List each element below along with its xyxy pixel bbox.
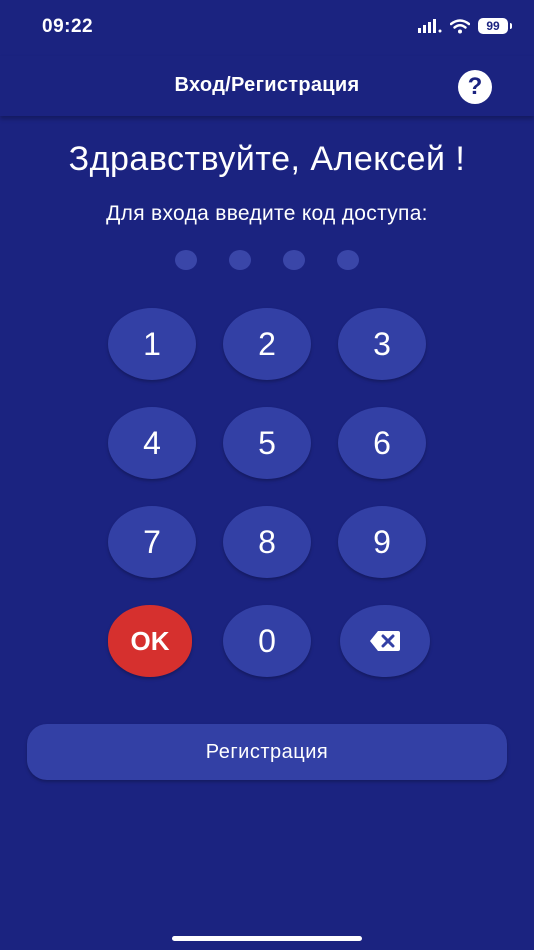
backspace-icon — [370, 631, 400, 651]
pin-dot — [337, 250, 359, 270]
pin-dot — [229, 250, 251, 270]
status-icons: 99 — [418, 18, 512, 34]
key-8[interactable]: 8 — [223, 506, 311, 578]
signal-icon — [418, 19, 442, 33]
nav-bar: Вход/Регистрация ? — [0, 56, 534, 116]
greeting-text: Здравствуйте, Алексей ! — [68, 140, 466, 178]
pin-dot — [283, 250, 305, 270]
pin-dot — [175, 250, 197, 270]
page-title: Вход/Регистрация — [174, 74, 360, 96]
key-0[interactable]: 0 — [223, 605, 311, 677]
key-5[interactable]: 5 — [223, 407, 311, 479]
home-indicator[interactable] — [172, 936, 362, 941]
battery-icon: 99 — [478, 18, 512, 34]
wifi-icon — [450, 18, 470, 33]
help-icon: ? — [467, 73, 483, 100]
pin-prompt: Для входа введите код доступа: — [106, 202, 428, 225]
key-2[interactable]: 2 — [223, 308, 311, 380]
key-4[interactable]: 4 — [108, 407, 196, 479]
key-9[interactable]: 9 — [338, 506, 426, 578]
register-button[interactable]: Регистрация — [27, 724, 507, 780]
status-bar: 09:22 99 — [0, 0, 534, 56]
key-3[interactable]: 3 — [338, 308, 426, 380]
help-button[interactable]: ? — [458, 70, 492, 104]
status-time: 09:22 — [42, 16, 94, 37]
ok-button[interactable]: OK — [108, 605, 192, 677]
battery-level: 99 — [486, 19, 500, 33]
pin-indicator — [0, 250, 534, 270]
key-1[interactable]: 1 — [108, 308, 196, 380]
key-7[interactable]: 7 — [108, 506, 196, 578]
backspace-button[interactable] — [340, 605, 430, 677]
key-6[interactable]: 6 — [338, 407, 426, 479]
